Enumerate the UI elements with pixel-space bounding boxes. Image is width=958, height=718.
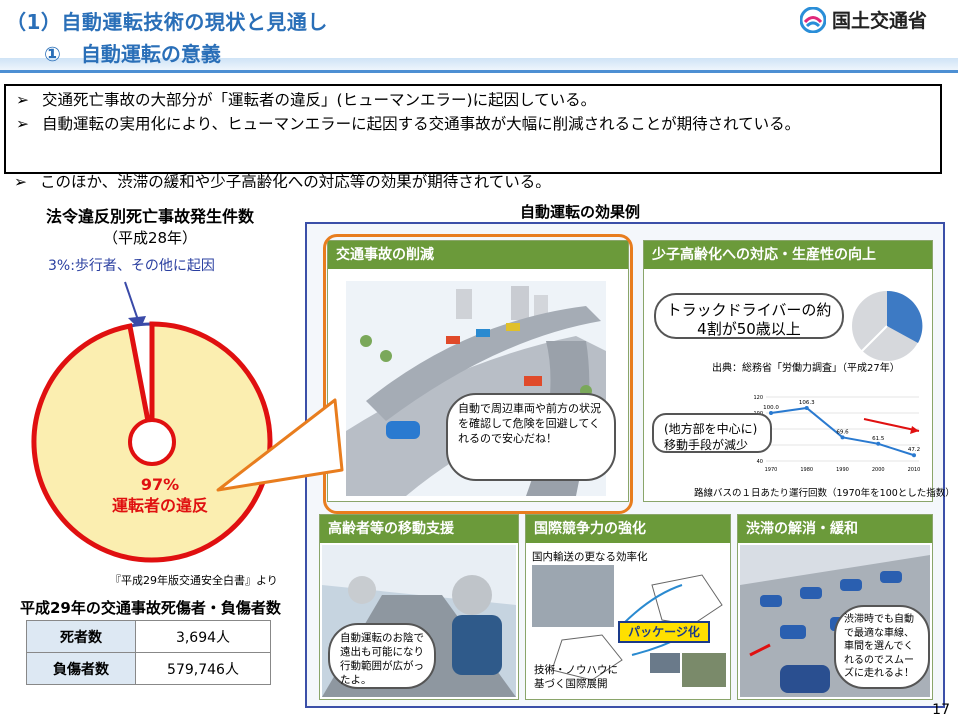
bullet-marker: ➢: [16, 91, 29, 109]
bullet-item-partial: ➢ このほか、渋滞の緩和や少子高齢化への対応等の効果が期待されている。: [14, 172, 551, 188]
bullet-item: ➢ 交通死亡事故の大部分が「運転者の違反」(ヒューマンエラー)に起因している。: [16, 90, 930, 111]
pie-chart: [31, 281, 273, 563]
panel-congestion-relief: 渋滞の解消・緩和 渋滞時でも自動で最適な車線、車間を選んでくれるのでスムーズに走…: [737, 514, 933, 700]
truck-driver-bubble: トラックドライバーの約4割が50歳以上: [654, 293, 844, 339]
effects-title: 自動運転の効果例: [520, 203, 641, 221]
bus-data-label: 100.0: [763, 405, 779, 411]
x-tick-label: 2000: [872, 467, 885, 473]
effects-frame: 交通事故の削減 自動で周辺車両や前方の状況を確認して危険を回避してくれるので安心…: [305, 222, 955, 708]
stats-value: 3,694人: [135, 620, 271, 653]
bus-data-point: [876, 441, 881, 446]
panel-title: 高齢者等の移動支援: [320, 515, 518, 543]
pie-major-percent: 97%: [140, 475, 180, 494]
ministry-name: 国土交通省: [832, 10, 928, 32]
panel-source: 出典：総務省「労働力調査」（平成27年）: [712, 363, 900, 374]
panel-title: 少子高齢化への対応・生産性の向上: [644, 241, 932, 269]
stats-title: 平成29年の交通事故死傷者・負傷者数: [20, 599, 281, 617]
page-number: 17: [932, 702, 950, 718]
x-tick-label: 1970: [765, 467, 778, 473]
package-label: パッケージ化: [618, 621, 710, 643]
bus-data-label: 47.2: [908, 447, 920, 453]
highlight-frame: [323, 234, 633, 514]
panel-title: 国際競争力の強化: [526, 515, 730, 543]
bullet-text: 交通死亡事故の大部分が「運転者の違反」(ヒューマンエラー)に起因している。: [42, 91, 597, 109]
driver-age-pie: [852, 290, 923, 361]
table-row: 負傷者数 579,746人: [26, 652, 271, 685]
bus-data-label: 61.5: [872, 436, 885, 442]
caption-bottom: 技術・ノウハウに基づく国際展開: [534, 664, 618, 690]
bullet-marker: ➢: [16, 115, 29, 133]
table-row: 死者数 3,694人: [26, 620, 271, 653]
pie-major-text: 運転者の違反: [111, 496, 208, 515]
bus-data-point: [912, 453, 916, 458]
page-subtitle: ① 自動運転の意義: [44, 42, 221, 66]
y-tick-label: 40: [757, 459, 763, 465]
header-rule: [0, 70, 958, 73]
bus-data-point: [804, 405, 809, 410]
stats-label: 死者数: [26, 620, 136, 653]
panel-aging-productivity: 少子高齢化への対応・生産性の向上 トラックドライバーの約4割が50歳以上 出典：…: [643, 240, 955, 502]
bullet-text: このほか、渋滞の緩和や少子高齢化への対応等の効果が期待されている。: [40, 173, 551, 188]
y-tick-label: 120: [753, 395, 763, 401]
bullet-marker: ➢: [14, 173, 27, 188]
panel-title: 渋滞の解消・緩和: [738, 515, 932, 543]
speech-bubble: 渋滞時でも自動で最適な車線、車間を選んでくれるのでスムーズに走れるよ！: [834, 605, 930, 689]
x-tick-label: 1980: [800, 467, 813, 473]
x-tick-label: 1990: [836, 467, 849, 473]
ministry-logo: 国土交通省: [800, 6, 927, 33]
page-title: （1）自動運転技術の現状と見通し: [6, 10, 328, 34]
pie-major-label: 97% 運転者の違反: [100, 474, 220, 516]
bus-data-label: 69.6: [836, 429, 849, 435]
bullet-item: ➢ 自動運転の実用化により、ヒューマンエラーに起因する交通事故が大幅に削減される…: [16, 114, 930, 135]
stats-value: 579,746人: [135, 652, 271, 685]
summary-box: ➢ 交通死亡事故の大部分が「運転者の違反」(ヒューマンエラー)に起因している。 …: [4, 84, 942, 174]
bus-bubble: (地方部を中心に)移動手段が減少: [652, 413, 772, 453]
pie-source: 『平成29年版交通安全白書』より: [110, 574, 278, 587]
bus-data-point: [840, 435, 845, 440]
pie-title: 法令違反別死亡事故発生件数: [45, 207, 254, 226]
ministry-emblem-icon: [800, 6, 826, 33]
caption-top: 国内輸送の更なる効率化: [532, 551, 648, 563]
stats-table: 死者数 3,694人 負傷者数 579,746人: [26, 620, 271, 685]
bus-caption: 路線バスの１日あたり運行回数（1970年を100とした指数）: [694, 488, 955, 499]
bus-data-point: [769, 411, 773, 415]
speech-bubble: 自動運転のお陰で遠出も可能になり行動範囲が広がったよ。: [328, 623, 436, 689]
pie-hole: [128, 418, 176, 466]
pie-year: （平成28年）: [102, 229, 198, 247]
stats-label: 負傷者数: [26, 652, 136, 685]
pie-note-leader: [124, 281, 139, 321]
bus-data-label: 106.3: [799, 400, 815, 406]
x-tick-label: 2010: [908, 467, 921, 473]
panel-elderly-mobility: 高齢者等の移動支援 自動運転のお陰で遠出も可能になり行動範囲が広がったよ。: [319, 514, 519, 700]
panel-global-competitiveness: 国際競争力の強化 国内輸送の更なる効率化 パッケージ化 技術・ノウハウに基づく国…: [525, 514, 731, 700]
bullet-text: 自動運転の実用化により、ヒューマンエラーに起因する交通事故が大幅に削減されること…: [42, 115, 801, 133]
